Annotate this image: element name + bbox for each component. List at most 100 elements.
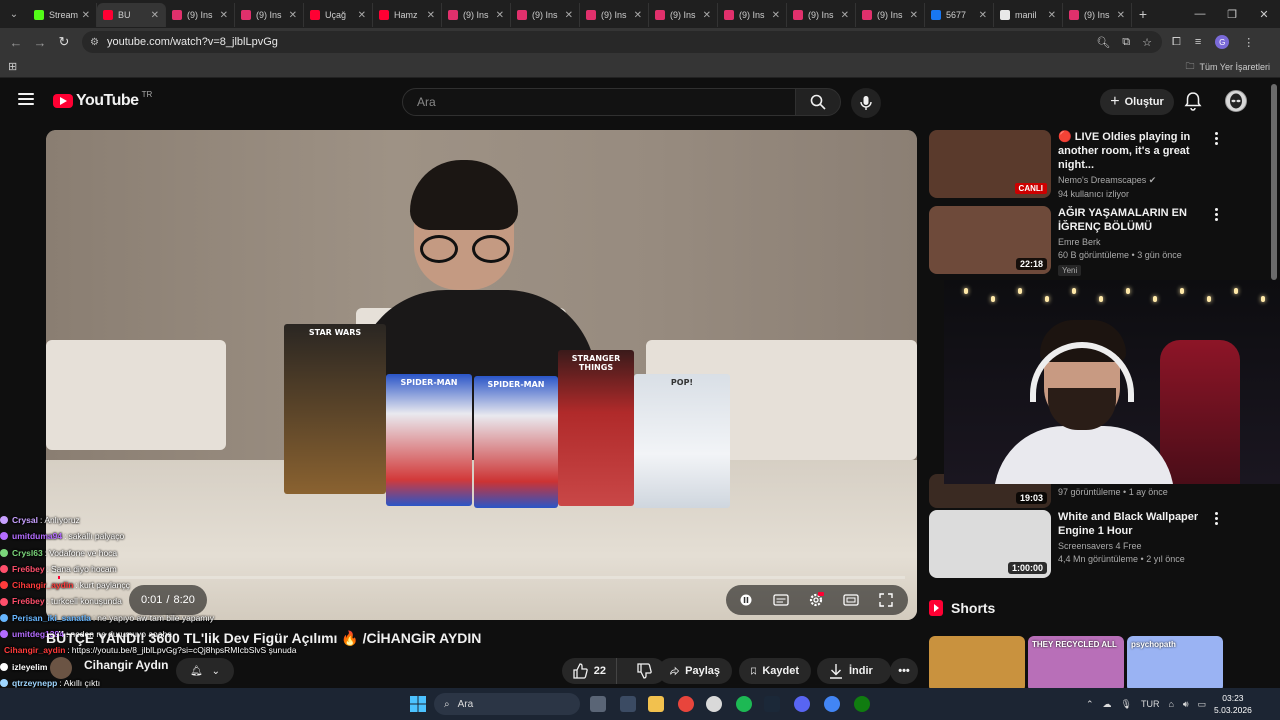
browser-tab[interactable]: (9) Ins ✕ xyxy=(235,3,304,27)
extensions-icon[interactable]: ⧠ xyxy=(1172,36,1181,49)
page-scrollbar[interactable] xyxy=(1271,84,1277,280)
tab-close-icon[interactable]: ✕ xyxy=(1048,10,1056,21)
restore-icon[interactable]: ❐ xyxy=(1216,0,1248,28)
menu-icon[interactable] xyxy=(18,93,34,105)
recommended-video[interactable]: 22:18 AĞIR YAŞAMALARIN EN İĞRENÇ BÖLÜMÜ Em… xyxy=(929,206,1269,278)
chrome-icon[interactable] xyxy=(678,696,694,712)
browser-tab[interactable]: Hamz ✕ xyxy=(373,3,442,27)
tab-close-icon[interactable]: ✕ xyxy=(82,10,90,21)
tab-close-icon[interactable]: ✕ xyxy=(151,10,159,21)
tab-close-icon[interactable]: ✕ xyxy=(910,10,918,21)
browser-tab[interactable]: 5677 ✕ xyxy=(925,3,994,27)
like-button[interactable]: 22 xyxy=(562,658,617,684)
new-tab-button[interactable]: + xyxy=(1132,6,1154,22)
store-icon[interactable] xyxy=(620,696,636,712)
tab-close-icon[interactable]: ✕ xyxy=(220,10,228,21)
save-button[interactable]: Kaydet xyxy=(739,658,811,684)
video-thumbnail[interactable]: 1:00:00 xyxy=(929,510,1051,578)
media-controls-icon[interactable]: ≡ xyxy=(1195,36,1201,48)
tab-close-icon[interactable]: ✕ xyxy=(979,10,987,21)
fullscreen-icon[interactable] xyxy=(878,593,894,607)
reload-icon[interactable]: ↻ xyxy=(52,34,76,50)
chat-username[interactable]: Fre6bey xyxy=(12,593,45,609)
profile-avatar[interactable]: G xyxy=(1215,35,1230,49)
spotify-icon[interactable] xyxy=(736,696,752,712)
tray-overflow-icon[interactable]: ⌃ xyxy=(1086,699,1094,710)
browser-tab[interactable]: Uçağ ✕ xyxy=(304,3,373,27)
chat-username[interactable]: Crysl63 xyxy=(12,545,43,561)
browser-tab[interactable]: manil ✕ xyxy=(994,3,1063,27)
tab-close-icon[interactable]: ✕ xyxy=(496,10,504,21)
browser-tab[interactable]: (9) Ins ✕ xyxy=(1063,3,1132,27)
chat-username[interactable]: Cihangir_aydin xyxy=(12,577,73,593)
chat-username[interactable]: umitduma94 xyxy=(12,528,62,544)
channel-name[interactable]: Screensavers 4 Free xyxy=(1058,541,1228,551)
more-actions-button[interactable]: ••• xyxy=(890,658,918,684)
tab-close-icon[interactable]: ✕ xyxy=(634,10,642,21)
recommended-video[interactable]: 1:00:00 White and Black Wallpaper Engine … xyxy=(929,510,1269,582)
browser-tab[interactable]: (9) Ins ✕ xyxy=(718,3,787,27)
battery-icon[interactable]: ▭ xyxy=(1198,699,1207,710)
settings-gear-icon[interactable] xyxy=(808,592,824,607)
youtube-logo[interactable]: YouTube TR xyxy=(53,90,152,110)
tab-close-icon[interactable]: ✕ xyxy=(427,10,435,21)
create-button[interactable]: + Oluştur xyxy=(1100,89,1174,115)
forward-icon[interactable]: → xyxy=(28,35,52,50)
tab-close-icon[interactable]: ✕ xyxy=(1117,10,1125,21)
task-view-icon[interactable] xyxy=(590,696,606,712)
download-button[interactable]: İndir xyxy=(817,658,891,684)
browser-tab[interactable]: (9) Ins ✕ xyxy=(856,3,925,27)
discord-icon[interactable] xyxy=(794,696,810,712)
short-thumbnail[interactable] xyxy=(929,636,1025,692)
video-title[interactable]: AĞIR YAŞAMALARIN EN İĞRENÇ BÖLÜMÜ xyxy=(1058,206,1228,234)
account-avatar[interactable] xyxy=(1225,90,1247,112)
chrome-active-icon[interactable] xyxy=(824,696,840,712)
subscription-bell-button[interactable]: 🔔︎ ⌄ xyxy=(176,658,234,684)
voice-search-button[interactable] xyxy=(851,88,881,118)
browser-tab[interactable]: BU ✕ xyxy=(97,3,166,27)
github-icon[interactable] xyxy=(706,696,722,712)
taskbar-clock[interactable]: 03:23 5.03.2026 xyxy=(1214,692,1252,716)
notifications-bell-icon[interactable] xyxy=(1184,91,1202,116)
tab-close-icon[interactable]: ✕ xyxy=(565,10,573,21)
language-indicator[interactable]: TUR xyxy=(1141,699,1160,709)
apps-grid-icon[interactable]: ⊞ xyxy=(8,60,17,73)
video-title[interactable]: White and Black Wallpaper Engine 1 Hour xyxy=(1058,510,1228,538)
tab-search-icon[interactable]: ⌄ xyxy=(0,0,28,28)
tab-close-icon[interactable]: ✕ xyxy=(703,10,711,21)
browser-tab[interactable]: (9) Ins ✕ xyxy=(442,3,511,27)
windows-start-icon[interactable] xyxy=(410,696,426,712)
steam-icon[interactable] xyxy=(764,696,780,712)
chat-username[interactable]: Fre6bey xyxy=(12,561,45,577)
chat-username[interactable]: izleyelim xyxy=(12,659,47,675)
taskbar-search[interactable]: ⌕ Ara xyxy=(434,693,580,715)
browser-menu-icon[interactable]: ⋮ xyxy=(1243,36,1254,49)
browser-tab[interactable]: (9) Ins ✕ xyxy=(166,3,235,27)
url-field[interactable]: ⚙ youtube.com/watch?v=8_jlblLpvGg 🔍︎ ⧉ ☆ xyxy=(82,31,1162,53)
tab-close-icon[interactable]: ✕ xyxy=(772,10,780,21)
short-thumbnail[interactable]: psychopath xyxy=(1127,636,1223,692)
minimize-icon[interactable]: — xyxy=(1184,0,1216,28)
recommended-video[interactable]: 19:03 97 görüntüleme • 1 ay önce xyxy=(929,130,1269,508)
close-window-icon[interactable]: ✕ xyxy=(1248,0,1280,28)
theater-mode-icon[interactable] xyxy=(843,593,859,607)
video-thumbnail[interactable]: 22:18 xyxy=(929,206,1051,274)
tray-mic-icon[interactable]: 🎙︎ xyxy=(1121,699,1132,710)
chat-username[interactable]: Crysal xyxy=(12,512,38,528)
onedrive-icon[interactable]: ☁ xyxy=(1103,699,1112,710)
tab-close-icon[interactable]: ✕ xyxy=(358,10,366,21)
volume-icon[interactable]: 🔊︎ xyxy=(1183,699,1189,710)
back-icon[interactable]: ← xyxy=(4,35,28,50)
browser-tab[interactable]: (9) Ins ✕ xyxy=(580,3,649,27)
search-button[interactable] xyxy=(795,88,841,116)
site-info-icon[interactable]: ⚙ xyxy=(90,37,99,48)
share-button[interactable]: Paylaş xyxy=(658,658,732,684)
file-explorer-icon[interactable] xyxy=(648,696,664,712)
channel-name[interactable]: Emre Berk xyxy=(1058,237,1228,247)
subtitles-icon[interactable] xyxy=(773,593,789,607)
bookmark-star-icon[interactable]: ☆ xyxy=(1142,36,1152,49)
search-input[interactable]: Ara xyxy=(402,88,796,116)
network-icon[interactable]: ⌂ xyxy=(1168,699,1173,709)
more-vertical-icon[interactable] xyxy=(1215,208,1219,221)
browser-tab[interactable]: (9) Ins ✕ xyxy=(787,3,856,27)
